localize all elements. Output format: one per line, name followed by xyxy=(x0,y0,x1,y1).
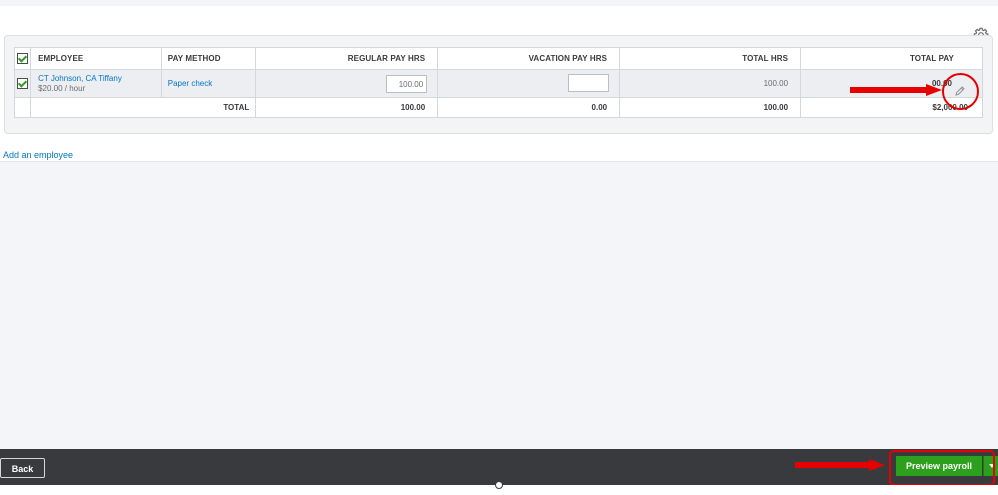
annotation-arrow xyxy=(850,84,942,96)
pencil-icon[interactable] xyxy=(954,85,966,97)
col-pay-method: PAY METHOD xyxy=(160,47,257,70)
select-all-checkbox[interactable] xyxy=(17,53,29,64)
add-employee-link[interactable]: Add an employee xyxy=(3,150,73,160)
vacation-pay-hrs-input[interactable] xyxy=(568,73,610,92)
row-select-cell xyxy=(13,69,32,98)
total-row: TOTAL 100.00 0.00 100.00 $2,000.00 xyxy=(13,97,983,118)
regular-pay-hrs-input[interactable]: 100.00 xyxy=(386,74,428,93)
table-header-row: EMPLOYEE PAY METHOD REGULAR PAY HRS VACA… xyxy=(13,47,983,70)
total-total-hrs: 100.00 xyxy=(619,97,802,118)
col-total-pay: TOTAL PAY xyxy=(800,47,983,70)
total-hrs-cell: 100.00 xyxy=(619,69,802,98)
resize-handle[interactable] xyxy=(495,481,503,489)
total-empty-cell xyxy=(13,97,32,118)
employee-name-link[interactable]: CT Johnson, CA Tiffany xyxy=(38,74,161,83)
regular-pay-hrs-cell: 100.00 xyxy=(255,69,439,98)
pay-method-cell: Paper check xyxy=(160,69,257,98)
table-row: CT Johnson, CA Tiffany $20.00 / hour Pap… xyxy=(13,69,983,98)
payroll-table: EMPLOYEE PAY METHOD REGULAR PAY HRS VACA… xyxy=(13,47,983,118)
back-button[interactable]: Back xyxy=(0,458,45,478)
annotation-rectangle xyxy=(889,450,995,486)
employee-cell: CT Johnson, CA Tiffany $20.00 / hour xyxy=(30,69,162,98)
total-regular-pay-hrs: 100.00 xyxy=(255,97,439,118)
annotation-arrow xyxy=(795,459,885,471)
col-regular-pay-hrs: REGULAR PAY HRS xyxy=(255,47,439,70)
vacation-pay-hrs-cell xyxy=(437,69,621,98)
row-checkbox[interactable] xyxy=(17,78,29,89)
payroll-table-container: EMPLOYEE PAY METHOD REGULAR PAY HRS VACA… xyxy=(4,35,993,134)
select-all-cell xyxy=(13,47,32,70)
col-employee: EMPLOYEE xyxy=(30,47,162,70)
employee-rate: $20.00 / hour xyxy=(38,84,86,93)
pay-method-link[interactable]: Paper check xyxy=(168,79,212,88)
total-vacation-pay-hrs: 0.00 xyxy=(437,97,621,118)
total-label: TOTAL xyxy=(30,97,257,118)
col-total-hrs: TOTAL HRS xyxy=(619,47,802,70)
col-vacation-pay-hrs: VACATION PAY HRS xyxy=(437,47,621,70)
